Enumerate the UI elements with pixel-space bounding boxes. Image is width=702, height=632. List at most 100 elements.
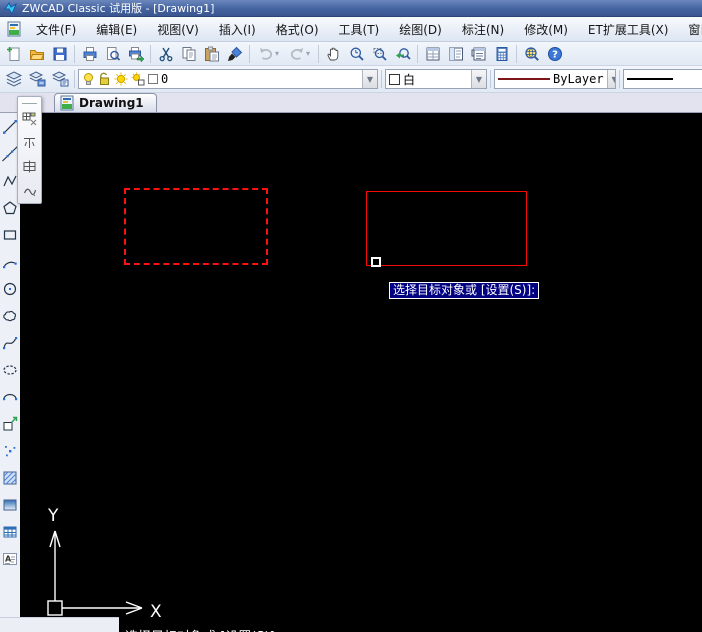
hatch-button[interactable] (0, 464, 20, 491)
menu-dimension[interactable]: 标注(N) (452, 17, 514, 42)
ucs-icon: Y X (47, 506, 162, 622)
print-button[interactable] (78, 43, 101, 65)
title-bar: ZWCAD Classic 试用版 - [Drawing1] (0, 0, 702, 17)
layer-previous-button[interactable] (25, 68, 48, 90)
zoom-realtime-button[interactable] (345, 43, 368, 65)
menu-file[interactable]: 文件(F) (26, 17, 86, 42)
layer-properties-manager-button[interactable] (2, 68, 25, 90)
find-button[interactable] (520, 43, 543, 65)
help-button[interactable]: ? (543, 43, 566, 65)
layer-previous-icon (28, 71, 45, 87)
rectangle-button[interactable] (0, 221, 20, 248)
main-area: A 选择目标对象或 [设置(S)]: Y X 选择目标对象或 [设置(S)]: (0, 113, 702, 632)
color-combo-dropdown[interactable]: ▼ (471, 70, 486, 88)
circle-button[interactable] (0, 275, 20, 302)
menu-edit[interactable]: 编辑(E) (86, 17, 147, 42)
copy-button[interactable] (177, 43, 200, 65)
et-tool-button-1[interactable] (20, 108, 39, 129)
layer-color-swatch (148, 74, 158, 84)
save-icon (53, 47, 66, 60)
linetype-value: ByLayer (553, 72, 604, 86)
ellipse-button[interactable] (0, 356, 20, 383)
spline-button[interactable] (0, 329, 20, 356)
save-button[interactable] (48, 43, 71, 65)
redo-button[interactable]: ▾ (284, 43, 315, 65)
freeze-icon (131, 72, 145, 86)
table-icon (3, 526, 17, 537)
window-title: ZWCAD Classic 试用版 - [Drawing1] (22, 2, 215, 15)
redo-dropdown-caret[interactable]: ▾ (306, 49, 310, 58)
pan-icon (327, 47, 338, 60)
point-button[interactable] (0, 437, 20, 464)
table-button[interactable] (0, 518, 20, 545)
tool-palettes-button[interactable] (467, 43, 490, 65)
separator (417, 44, 418, 63)
cut-button[interactable] (154, 43, 177, 65)
plot-button[interactable] (124, 43, 147, 65)
lineweight-combo[interactable] (623, 69, 702, 89)
color-value: 白 (403, 72, 416, 87)
undo-button[interactable]: ▾ (253, 43, 284, 65)
et-tool-button-4[interactable] (20, 180, 39, 201)
gradient-icon (3, 499, 17, 510)
mtext-button[interactable]: A (0, 545, 20, 572)
tab-drawing1[interactable]: Drawing1 (54, 93, 157, 112)
linetype-combo-dropdown[interactable]: ▼ (606, 70, 615, 88)
undo-dropdown-caret[interactable]: ▾ (275, 49, 279, 58)
paste-icon (204, 46, 219, 61)
ellipse-arc-icon (3, 393, 18, 400)
open-button[interactable] (25, 43, 48, 65)
menu-format[interactable]: 格式(O) (266, 17, 329, 42)
properties-palette-icon (426, 47, 439, 60)
pickbox-cursor[interactable] (371, 257, 381, 267)
selected-rectangle-entity[interactable] (124, 188, 268, 265)
separator (490, 70, 491, 88)
menu-draw[interactable]: 绘图(D) (389, 17, 452, 42)
design-center-button[interactable] (444, 43, 467, 65)
layer-states-manager-button[interactable] (48, 68, 71, 90)
undo-icon (259, 47, 273, 60)
et-mini-toolbar (17, 96, 42, 204)
linetype-combo[interactable]: ByLayer ▼ (494, 69, 616, 89)
menu-insert[interactable]: 插入(I) (209, 17, 266, 42)
ucs-x-label: X (150, 602, 162, 622)
insert-block-button[interactable] (0, 410, 20, 437)
revision-cloud-button[interactable] (0, 302, 20, 329)
copy-icon (182, 46, 195, 61)
arc-icon (3, 261, 17, 268)
print-preview-button[interactable] (101, 43, 124, 65)
svg-text:?: ? (552, 49, 558, 60)
format-painter-button[interactable] (223, 43, 246, 65)
et-tool-button-3[interactable] (20, 156, 39, 177)
menu-modify[interactable]: 修改(M) (514, 17, 578, 42)
et-tool-button-2[interactable] (20, 132, 39, 153)
gradient-button[interactable] (0, 491, 20, 518)
quick-calc-button[interactable] (490, 43, 513, 65)
polygon-icon (3, 200, 17, 214)
hatch-icon (3, 471, 17, 484)
new-button[interactable] (2, 43, 25, 65)
properties-palette-button[interactable] (421, 43, 444, 65)
layer-combo-dropdown[interactable]: ▼ (362, 70, 377, 88)
color-combo[interactable]: 白 ▼ (385, 69, 487, 89)
ellipse-arc-button[interactable] (0, 383, 20, 410)
separator (74, 44, 75, 63)
et-tool-3-icon (23, 160, 36, 173)
rectangle-icon (3, 229, 17, 240)
menu-view[interactable]: 视图(V) (147, 17, 209, 42)
arc-button[interactable] (0, 248, 20, 275)
pan-button[interactable] (322, 43, 345, 65)
layer-name: 0 (161, 72, 169, 86)
linetype-sample (498, 78, 550, 80)
toolbar-grip-handle[interactable] (22, 101, 37, 104)
menu-tools[interactable]: 工具(T) (329, 17, 390, 42)
rectangle-entity[interactable] (366, 191, 527, 266)
zoom-previous-button[interactable] (391, 43, 414, 65)
zoom-window-button[interactable] (368, 43, 391, 65)
menu-et-tools[interactable]: ET扩展工具(X) (578, 17, 679, 42)
paste-button[interactable] (200, 43, 223, 65)
menu-window[interactable]: 窗口(W) (678, 17, 702, 42)
command-line[interactable]: 选择目标对象或 [设置(S)]: (125, 622, 702, 632)
layer-combo[interactable]: 0 ▼ (78, 69, 378, 89)
dwg-tab-icon (60, 95, 74, 111)
